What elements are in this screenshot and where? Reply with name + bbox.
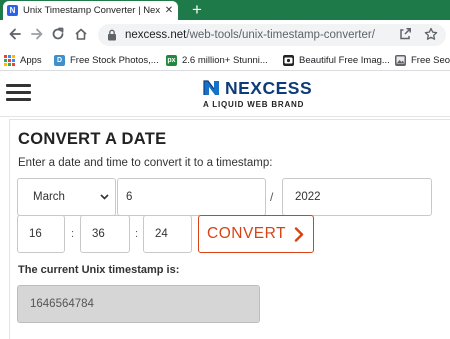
home-button[interactable]	[72, 25, 90, 43]
logo-tagline: A LIQUID WEB BRAND	[203, 100, 305, 109]
gallery-icon	[395, 54, 406, 66]
logo-wordmark: NEXCESS	[225, 78, 313, 98]
current-timestamp-label: The current Unix timestamp is:	[18, 264, 180, 276]
forward-arrow-icon	[31, 28, 43, 40]
bookmark-free-stock-photos[interactable]: D Free Stock Photos,...	[54, 53, 159, 67]
back-arrow-icon	[9, 28, 21, 40]
bookmark-label: Apps	[20, 54, 42, 66]
nexcess-favicon-icon: N	[7, 5, 18, 16]
apps-grid-icon	[4, 54, 15, 66]
bookmark-free-seo-tools[interactable]: Free Seo T	[395, 53, 450, 67]
current-timestamp-value: 1646564784	[30, 298, 94, 310]
chevron-down-icon	[97, 194, 111, 200]
bookmark-apps[interactable]: Apps	[4, 53, 42, 67]
instruction-text: Enter a date and time to convert it to a…	[18, 157, 273, 169]
time-separator: :	[135, 228, 139, 240]
bookmark-label: 2.6 million+ Stunni...	[182, 54, 268, 66]
year-value: 2022	[295, 191, 321, 203]
date-separator: /	[270, 190, 274, 204]
bookmark-stunning-photos[interactable]: px 2.6 million+ Stunni...	[166, 53, 268, 67]
minute-input[interactable]: 36	[80, 215, 130, 253]
reload-button[interactable]	[49, 25, 67, 43]
bookmark-label: Free Stock Photos,...	[70, 54, 159, 66]
url-path: /web-tools/unix-timestamp-converter/	[186, 29, 375, 41]
tab-title: Unix Timestamp Converter | Nex	[23, 5, 161, 16]
share-icon[interactable]	[398, 27, 412, 41]
chevron-right-icon	[294, 226, 304, 242]
hour-input[interactable]: 16	[17, 215, 65, 253]
browser-toolbar: nexcess.net/web-tools/unix-timestamp-con…	[0, 20, 450, 49]
browser-tab-bar: N Unix Timestamp Converter | Nex ✕ +	[0, 0, 450, 20]
second-input[interactable]: 24	[143, 215, 192, 253]
bookmark-label: Beautiful Free Imag...	[299, 54, 390, 66]
bookmark-d-icon: D	[54, 54, 65, 66]
hour-value: 16	[29, 228, 42, 240]
home-icon	[75, 28, 87, 40]
url-domain: nexcess.net	[125, 29, 187, 41]
minute-value: 36	[92, 228, 105, 240]
convert-button[interactable]: CONVERT	[198, 215, 314, 253]
tab-close-icon[interactable]: ✕	[163, 5, 175, 16]
forward-button[interactable]	[28, 25, 46, 43]
bookmark-px-icon: px	[166, 54, 177, 66]
bookmark-beautiful-free-images[interactable]: Beautiful Free Imag...	[283, 53, 390, 67]
bookmark-label: Free Seo T	[411, 54, 450, 66]
current-timestamp-field[interactable]: 1646564784	[17, 285, 260, 323]
camera-icon	[283, 54, 294, 66]
time-separator: :	[71, 228, 75, 240]
menu-hamburger-icon[interactable]	[6, 84, 31, 102]
reload-icon	[52, 27, 64, 40]
second-value: 24	[155, 228, 168, 240]
day-input[interactable]: 6	[117, 178, 266, 216]
month-value: March	[33, 191, 65, 203]
lock-icon	[105, 28, 119, 42]
bookmark-star-icon[interactable]	[424, 27, 438, 41]
page-title: CONVERT A DATE	[18, 130, 167, 148]
new-tab-button[interactable]: +	[187, 0, 207, 20]
bookmarks-bar: Apps D Free Stock Photos,... px 2.6 mill…	[0, 49, 450, 71]
address-bar[interactable]: nexcess.net/web-tools/unix-timestamp-con…	[98, 24, 446, 46]
back-button[interactable]	[6, 25, 24, 43]
browser-tab[interactable]: N Unix Timestamp Converter | Nex ✕	[3, 1, 178, 20]
nexcess-logo[interactable]: NEXCESS A LIQUID WEB BRAND	[203, 79, 327, 111]
nexcess-n-icon	[203, 80, 219, 95]
year-input[interactable]: 2022	[282, 178, 432, 216]
convert-label: CONVERT	[207, 225, 287, 242]
day-value: 6	[126, 191, 133, 203]
site-header: NEXCESS A LIQUID WEB BRAND	[0, 71, 450, 117]
month-select[interactable]: March	[17, 178, 116, 216]
